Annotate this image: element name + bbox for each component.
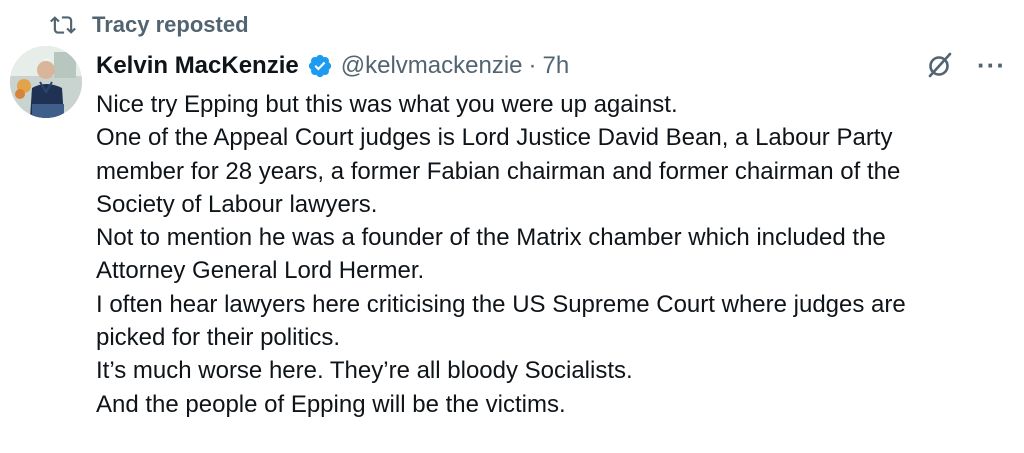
tweet-text-line: One of the Appeal Court judges is Lord J…	[96, 124, 893, 152]
verified-badge-icon[interactable]	[307, 53, 333, 79]
avatar[interactable]	[10, 46, 82, 118]
tweet-text-line: It’s much worse here. They’re all bloody…	[96, 357, 633, 385]
tweet-text-line: Not to mention he was a founder of the M…	[96, 224, 886, 252]
retweet-icon	[50, 12, 76, 38]
tweet-text-line: Nice try Epping but this was what you we…	[96, 91, 678, 118]
author-display-name[interactable]: Kelvin MacKenzie	[96, 52, 299, 80]
tweet-text: Nice try Epping but this was what you we…	[96, 88, 1016, 421]
tweet-text-line: And the people of Epping will be the vic…	[96, 390, 566, 418]
tweet-text-line: picked for their politics.	[96, 324, 341, 352]
tweet-card[interactable]: Tracy reposted Kelvin MacKenzie @kelvmac…	[0, 0, 1024, 453]
tweet-header: Kelvin MacKenzie @kelvmackenzie · 7h	[96, 48, 569, 84]
repost-label: Tracy reposted	[92, 12, 249, 37]
repost-indicator[interactable]: Tracy reposted	[50, 10, 249, 40]
grok-icon[interactable]	[925, 50, 955, 80]
tweet-text-line: member for 28 years, a former Fabian cha…	[96, 157, 901, 185]
tweet-text-line: Attorney General Lord Hermer.	[96, 257, 425, 285]
author-handle[interactable]: @kelvmackenzie	[341, 52, 523, 80]
tweet-actions: ···	[925, 50, 1006, 80]
timestamp[interactable]: 7h	[543, 52, 570, 80]
tweet-text-line: I often hear lawyers here criticising th…	[96, 290, 906, 318]
tweet-text-line: Society of Labour lawyers.	[96, 190, 378, 218]
separator-dot: ·	[528, 52, 537, 79]
more-options-icon[interactable]: ···	[977, 52, 1006, 78]
